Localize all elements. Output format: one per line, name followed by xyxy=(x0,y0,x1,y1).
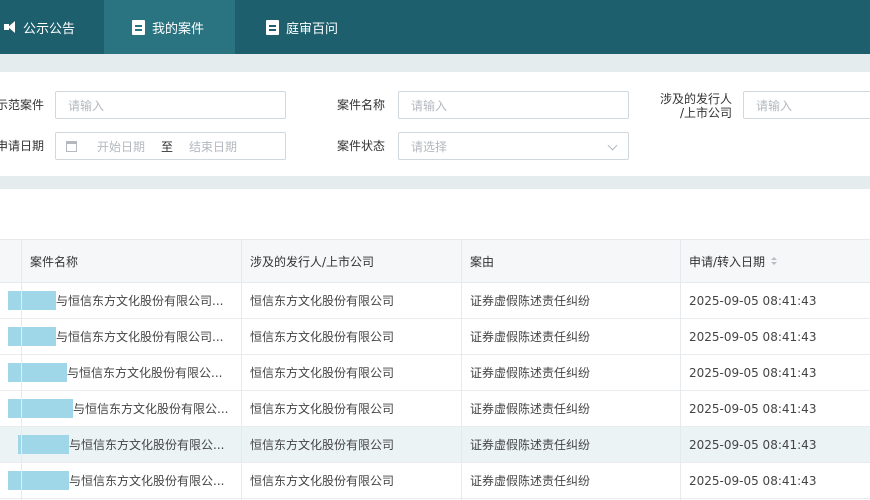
cell-case-name[interactable]: 与恒信东方文化股份有限公司... xyxy=(8,283,236,318)
cell-case-name[interactable]: 与恒信东方文化股份有限公... xyxy=(18,427,236,462)
cell-date: 2025-09-05 08:41:43 xyxy=(689,329,817,344)
cell-case-name[interactable]: 与恒信东方文化股份有限公司... xyxy=(8,319,236,354)
chevron-down-icon xyxy=(607,140,618,151)
cell-cause: 证券虚假陈述责任纠纷 xyxy=(470,330,591,344)
placeholder-text: 请选择 xyxy=(411,139,448,154)
placeholder-text: 请输入 xyxy=(411,98,448,113)
tab-my-cases[interactable]: 我的案件 xyxy=(104,0,235,54)
case-name-input[interactable]: 请输入 xyxy=(398,91,629,119)
issuer-label: 涉及的发行人 /上市公司 xyxy=(660,92,732,120)
column-divider xyxy=(461,239,462,500)
cell-cause: 证券虚假陈述责任纠纷 xyxy=(470,438,591,452)
cell-date: 2025-09-05 08:41:43 xyxy=(689,473,817,488)
status-select[interactable]: 请选择 xyxy=(398,132,629,160)
tab-label: 我的案件 xyxy=(152,21,205,37)
tab-label: 庭审百问 xyxy=(286,21,339,37)
redaction-block xyxy=(8,291,56,310)
table-row[interactable]: 与恒信东方文化股份有限公... 恒信东方文化股份有限公司 证券虚假陈述责任纠纷 … xyxy=(0,463,870,499)
table-row[interactable]: 与恒信东方文化股份有限公... 恒信东方文化股份有限公司 证券虚假陈述责任纠纷 … xyxy=(0,427,870,463)
document-icon xyxy=(132,19,145,35)
date-start-placeholder: 开始日期 xyxy=(97,139,146,154)
header-cause: 案由 xyxy=(470,254,495,269)
cell-date: 2025-09-05 08:41:43 xyxy=(689,293,817,308)
case-name-text: 与恒信东方文化股份有限公司... xyxy=(56,330,224,344)
cell-case-name[interactable]: 与恒信东方文化股份有限公... xyxy=(8,463,236,498)
issuer-label-line1: 涉及的发行人 xyxy=(660,92,733,106)
placeholder-text: 请输入 xyxy=(756,98,793,113)
status-label: 案件状态 xyxy=(337,139,386,153)
date-label: 申请日期 xyxy=(0,139,45,153)
cell-issuer: 恒信东方文化股份有限公司 xyxy=(250,366,395,380)
table-row[interactable]: 与恒信东方文化股份有限公... 恒信东方文化股份有限公司 证券虚假陈述责任纠纷 … xyxy=(0,391,870,427)
table-row[interactable]: 与恒信东方文化股份有限公司... 恒信东方文化股份有限公司 证券虚假陈述责任纠纷… xyxy=(0,283,870,319)
redaction-block xyxy=(8,327,56,346)
redaction-block xyxy=(18,435,69,454)
top-nav: 公示公告 我的案件 庭审百问 xyxy=(0,0,870,54)
column-divider xyxy=(680,239,681,500)
placeholder-text: 请输入 xyxy=(68,98,105,113)
header-case-name: 案件名称 xyxy=(30,254,79,269)
cell-case-name[interactable]: 与恒信东方文化股份有限公... xyxy=(8,355,236,390)
cell-date: 2025-09-05 08:41:43 xyxy=(689,437,817,452)
redaction-block xyxy=(8,363,67,382)
table-header: 案件名称 涉及的发行人/上市公司 案由 申请/转入日期 xyxy=(0,239,870,283)
header-issuer: 涉及的发行人/上市公司 xyxy=(250,254,375,269)
column-divider xyxy=(21,239,22,500)
case-name-label: 案件名称 xyxy=(337,98,386,112)
issuer-input[interactable]: 请输入 xyxy=(743,91,870,119)
calendar-icon xyxy=(66,140,77,152)
cell-cause: 证券虚假陈述责任纠纷 xyxy=(470,294,591,308)
document-icon xyxy=(266,19,279,35)
cell-cause: 证券虚假陈述责任纠纷 xyxy=(470,402,591,416)
cell-date: 2025-09-05 08:41:43 xyxy=(689,401,817,416)
case-name-text: 与恒信东方文化股份有限公... xyxy=(69,438,225,452)
table-row[interactable]: 与恒信东方文化股份有限公司... 恒信东方文化股份有限公司 证券虚假陈述责任纠纷… xyxy=(0,319,870,355)
case-name-text: 与恒信东方文化股份有限公... xyxy=(67,366,223,380)
column-divider xyxy=(241,239,242,500)
date-separator: 至 xyxy=(161,139,174,154)
cell-issuer: 恒信东方文化股份有限公司 xyxy=(250,474,395,488)
date-end-placeholder: 结束日期 xyxy=(189,139,238,154)
tab-announcements[interactable]: 公示公告 xyxy=(0,0,104,54)
case-name-text: 与恒信东方文化股份有限公... xyxy=(69,474,225,488)
table-row[interactable]: 与恒信东方文化股份有限公... 恒信东方文化股份有限公司 证券虚假陈述责任纠纷 … xyxy=(0,355,870,391)
megaphone-icon xyxy=(4,21,16,33)
tab-trial-faq[interactable]: 庭审百问 xyxy=(235,0,365,54)
issuer-label-line2: /上市公司 xyxy=(679,106,733,120)
cell-cause: 证券虚假陈述责任纠纷 xyxy=(470,366,591,380)
cell-issuer: 恒信东方文化股份有限公司 xyxy=(250,402,395,416)
cell-date: 2025-09-05 08:41:43 xyxy=(689,365,817,380)
tab-label: 公示公告 xyxy=(23,21,76,37)
case-type-label: 示范案件 xyxy=(0,98,45,112)
cell-issuer: 恒信东方文化股份有限公司 xyxy=(250,294,395,308)
cell-cause: 证券虚假陈述责任纠纷 xyxy=(470,474,591,488)
cell-issuer: 恒信东方文化股份有限公司 xyxy=(250,438,395,452)
cell-case-name[interactable]: 与恒信东方文化股份有限公... xyxy=(8,391,236,426)
divider-band-middle xyxy=(0,176,870,189)
redaction-block xyxy=(8,399,73,418)
case-type-input[interactable]: 请输入 xyxy=(55,91,286,119)
header-date[interactable]: 申请/转入日期 xyxy=(680,240,870,282)
date-range-picker[interactable]: 开始日期 至 结束日期 xyxy=(55,132,286,160)
case-name-text: 与恒信东方文化股份有限公司... xyxy=(56,294,224,308)
redaction-block xyxy=(8,471,69,490)
sort-icon[interactable] xyxy=(771,257,778,265)
header-date-label: 申请/转入日期 xyxy=(689,254,766,269)
cell-issuer: 恒信东方文化股份有限公司 xyxy=(250,330,395,344)
case-name-text: 与恒信东方文化股份有限公... xyxy=(73,402,229,416)
divider-band-top xyxy=(0,54,870,72)
